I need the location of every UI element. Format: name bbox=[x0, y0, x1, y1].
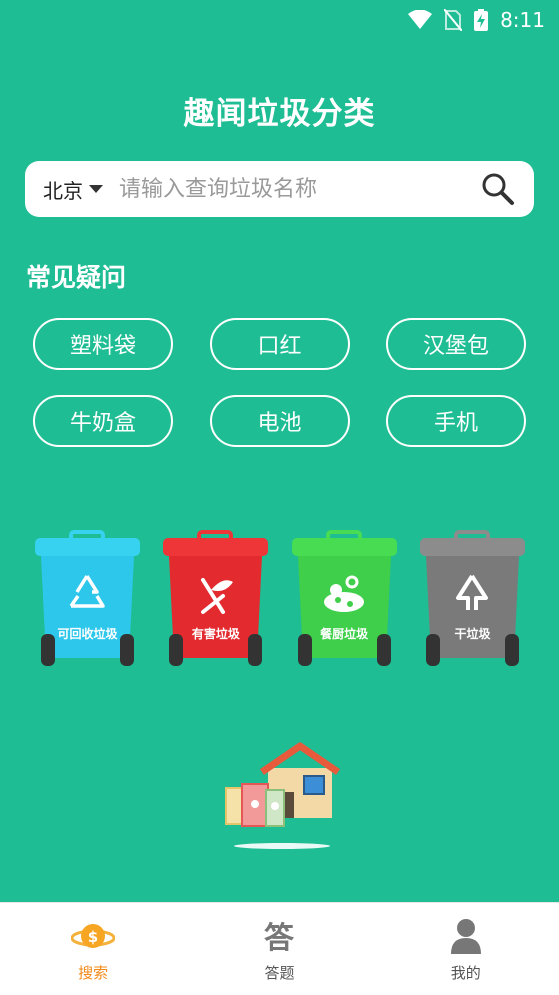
tab-search[interactable]: $ 搜索 bbox=[33, 916, 153, 983]
svg-text:$: $ bbox=[88, 928, 98, 946]
bin-recyclable[interactable]: 可回收垃圾 bbox=[35, 530, 140, 670]
search-icon[interactable] bbox=[480, 171, 516, 207]
status-bar: 8:11 bbox=[0, 0, 559, 40]
tab-search-label: 搜索 bbox=[78, 963, 109, 982]
faq-chip-battery[interactable]: 电池 bbox=[209, 395, 350, 447]
coin-planet-icon: $ bbox=[71, 916, 116, 956]
hazard-icon bbox=[201, 578, 234, 614]
tab-answer[interactable]: 答 答题 bbox=[219, 916, 339, 983]
food-waste-icon bbox=[323, 575, 364, 612]
faq-chip-hamburger[interactable]: 汉堡包 bbox=[386, 318, 526, 370]
tab-answer-label: 答题 bbox=[264, 963, 295, 982]
battery-charging-icon bbox=[474, 9, 489, 31]
bin-dry[interactable]: 干垃圾 bbox=[419, 530, 525, 670]
search-input[interactable] bbox=[119, 176, 480, 202]
faq-chip-plastic-bag[interactable]: 塑料袋 bbox=[33, 318, 173, 370]
answer-icon: 答 bbox=[257, 916, 301, 956]
user-icon bbox=[444, 916, 488, 956]
bin-label-dry: 干垃圾 bbox=[454, 627, 491, 641]
wifi-icon bbox=[408, 10, 433, 29]
caret-down-icon bbox=[89, 185, 103, 193]
bin-label-hazardous: 有害垃圾 bbox=[191, 627, 240, 641]
svg-text:答: 答 bbox=[264, 921, 295, 954]
faq-chip-lipstick[interactable]: 口红 bbox=[209, 318, 350, 370]
dry-waste-icon bbox=[455, 574, 488, 610]
bin-hazardous[interactable]: 有害垃圾 bbox=[163, 530, 269, 670]
status-time: 8:11 bbox=[500, 8, 545, 32]
bin-label-kitchen: 餐厨垃圾 bbox=[320, 627, 369, 641]
bin-categories: 可回收垃圾 有害垃圾 餐厨垃圾 干垃圾 bbox=[35, 530, 525, 675]
faq-chip-phone[interactable]: 手机 bbox=[386, 395, 526, 447]
bin-label-recyclable: 可回收垃圾 bbox=[57, 627, 118, 641]
tab-profile[interactable]: 我的 bbox=[406, 916, 526, 983]
city-selector[interactable]: 北京 bbox=[43, 175, 103, 204]
house-illustration bbox=[225, 742, 340, 849]
city-label: 北京 bbox=[43, 178, 83, 203]
faq-title: 常见疑问 bbox=[26, 263, 127, 292]
recycle-icon bbox=[69, 575, 105, 608]
app-title: 趣闻垃圾分类 bbox=[183, 96, 376, 132]
search-bar: 北京 bbox=[25, 161, 534, 217]
no-sim-icon bbox=[444, 9, 463, 31]
faq-list: 塑料袋 口红 汉堡包 牛奶盒 电池 手机 bbox=[33, 318, 526, 447]
faq-chip-milk-carton[interactable]: 牛奶盒 bbox=[33, 395, 173, 447]
bottom-tab-bar: $ 搜索 答 答题 我的 bbox=[0, 902, 559, 995]
bin-kitchen[interactable]: 餐厨垃圾 bbox=[291, 530, 397, 670]
tab-profile-label: 我的 bbox=[450, 963, 481, 982]
